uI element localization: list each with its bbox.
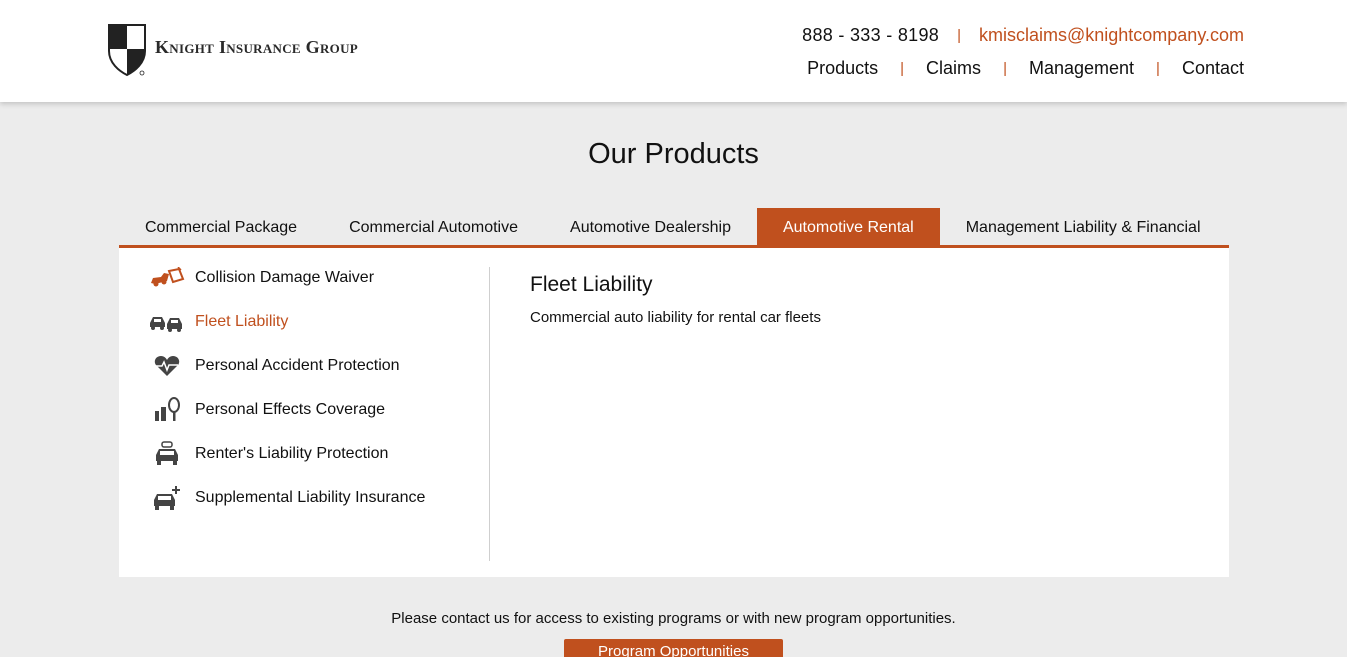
product-detail: Fleet Liability Commercial auto liabilit… <box>530 273 821 326</box>
product-panel: Collision Damage Waiver Fleet Liability <box>119 248 1229 577</box>
nav-management[interactable]: Management <box>1029 58 1134 79</box>
nav-products[interactable]: Products <box>807 58 878 79</box>
shield-logo-icon <box>108 24 146 77</box>
product-item-label: Personal Effects Coverage <box>195 401 386 418</box>
product-item-collision-damage-waiver[interactable]: Collision Damage Waiver <box>149 253 489 303</box>
car-plus-icon <box>149 485 185 511</box>
product-item-renters-liability-protection[interactable]: Renter's Liability Protection <box>149 429 489 479</box>
taxi-car-icon <box>149 441 185 467</box>
product-item-personal-effects-coverage[interactable]: Personal Effects Coverage <box>149 385 489 435</box>
tab-commercial-package[interactable]: Commercial Package <box>119 208 323 245</box>
product-item-supplemental-liability-insurance[interactable]: Supplemental Liability Insurance <box>149 473 489 523</box>
tab-commercial-automotive[interactable]: Commercial Automotive <box>323 208 544 245</box>
contact-prompt: Please contact us for access to existing… <box>391 610 956 627</box>
detail-title: Fleet Liability <box>530 273 653 296</box>
product-item-label: Renter's Liability Protection <box>195 445 389 462</box>
product-item-personal-accident-protection[interactable]: Personal Accident Protection <box>149 341 489 391</box>
product-item-label: Collision Damage Waiver <box>195 269 375 286</box>
product-item-label: Fleet Liability <box>195 313 289 330</box>
site-header: Knight Insurance Group 888 - 333 - 8198 … <box>0 0 1347 102</box>
personal-items-icon <box>149 397 185 423</box>
nav-claims[interactable]: Claims <box>926 58 981 79</box>
program-opportunities-button[interactable]: Program Opportunities <box>564 639 783 657</box>
main-nav: Products | Claims | Management | Contact <box>807 58 1244 79</box>
separator: | <box>900 60 905 77</box>
heartbeat-icon <box>149 353 185 379</box>
tab-management-liability-financial[interactable]: Management Liability & Financial <box>940 208 1227 245</box>
email-link[interactable]: kmisclaims@knightcompany.com <box>979 25 1244 46</box>
page-title: Our Products <box>588 138 759 170</box>
contact-row: 888 - 333 - 8198 | kmisclaims@knightcomp… <box>802 25 1244 46</box>
car-crash-icon <box>149 265 185 291</box>
detail-description: Commercial auto liability for rental car… <box>530 309 821 326</box>
product-tabs: Commercial Package Commercial Automotive… <box>119 208 1229 248</box>
separator: | <box>957 27 961 44</box>
panel-divider <box>489 267 490 561</box>
company-logo[interactable]: Knight Insurance Group <box>107 23 358 77</box>
tab-automotive-rental[interactable]: Automotive Rental <box>756 208 940 245</box>
product-item-label: Personal Accident Protection <box>195 357 400 374</box>
separator: | <box>1156 60 1160 77</box>
product-item-fleet-liability[interactable]: Fleet Liability <box>149 297 489 347</box>
tab-automotive-dealership[interactable]: Automotive Dealership <box>544 208 757 245</box>
logo-text: Knight Insurance Group <box>155 36 359 57</box>
product-list: Collision Damage Waiver Fleet Liability <box>149 267 489 523</box>
phone-number[interactable]: 888 - 333 - 8198 <box>802 25 939 46</box>
nav-contact[interactable]: Contact <box>1182 58 1244 79</box>
separator: | <box>1003 60 1007 77</box>
product-item-label: Supplemental Liability Insurance <box>195 489 426 506</box>
car-fleet-icon <box>149 309 185 335</box>
